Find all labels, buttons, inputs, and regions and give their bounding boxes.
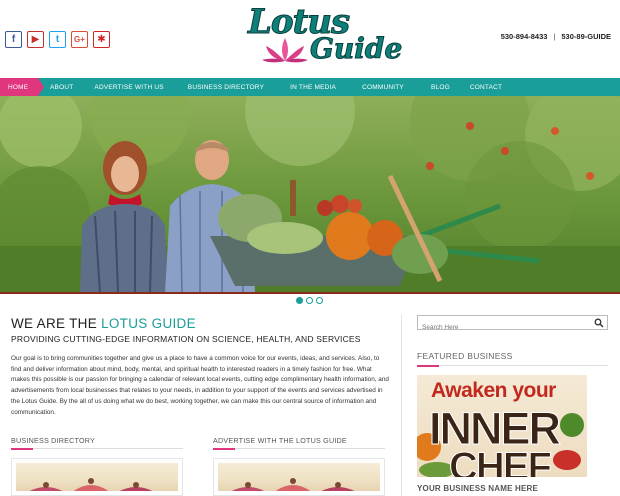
nav-item-in-the-media[interactable]: IN THE MEDIA bbox=[274, 78, 346, 96]
social-links: f ▶ t G+ ✱ bbox=[5, 31, 110, 48]
nav-item-community[interactable]: COMMUNITY bbox=[346, 78, 414, 96]
nav-item-blog[interactable]: BLOG bbox=[414, 78, 460, 96]
nav-item-advertise[interactable]: ADVERTISE WITH US bbox=[83, 78, 173, 96]
page-title-prefix: WE ARE THE bbox=[11, 316, 102, 331]
twitter-icon[interactable]: t bbox=[49, 31, 66, 48]
search-icon[interactable] bbox=[594, 318, 604, 328]
featured-image-line3: CHEF bbox=[449, 445, 553, 478]
intro-paragraph: Our goal is to bring communities togethe… bbox=[11, 355, 389, 416]
advertise-thumbnail[interactable] bbox=[213, 458, 385, 496]
site-logo[interactable]: Lotus Guide bbox=[246, 2, 402, 70]
featured-image-line1: Awaken your bbox=[431, 379, 556, 402]
yelp-icon[interactable]: ✱ bbox=[93, 31, 110, 48]
column-divider bbox=[401, 314, 402, 496]
section-heading-advertise[interactable]: ADVERTISE WITH THE LOTUS GUIDE bbox=[213, 436, 347, 445]
search-box bbox=[417, 315, 608, 334]
business-directory-thumbnail[interactable] bbox=[11, 458, 183, 496]
phone-numbers: 530-894-8433 | 530-89-GUIDE bbox=[501, 32, 611, 41]
nav-item-business-directory[interactable]: BUSINESS DIRECTORY bbox=[174, 78, 274, 96]
yoga-class-image bbox=[29, 478, 153, 491]
facebook-icon[interactable]: f bbox=[5, 31, 22, 48]
slider-dot-2[interactable] bbox=[306, 297, 313, 304]
featured-business-heading: FEATURED BUSINESS bbox=[417, 351, 513, 361]
phone-separator: | bbox=[553, 32, 556, 41]
slider-pagination bbox=[296, 297, 323, 304]
phone-numeric[interactable]: 530-894-8433 bbox=[501, 32, 548, 41]
nav-item-contact[interactable]: CONTACT bbox=[460, 78, 512, 96]
google-plus-icon[interactable]: G+ bbox=[71, 31, 88, 48]
nav-item-about[interactable]: ABOUT bbox=[40, 78, 83, 96]
youtube-icon[interactable]: ▶ bbox=[27, 31, 44, 48]
hero-slide-image bbox=[0, 96, 620, 293]
yoga-class-image bbox=[231, 478, 355, 491]
slider-dot-1[interactable] bbox=[296, 297, 303, 304]
section-rule bbox=[213, 447, 385, 450]
page-title-accent: LOTUS GUIDE bbox=[101, 316, 196, 331]
logo-word-guide: Guide bbox=[309, 32, 403, 66]
page-title: WE ARE THE LOTUS GUIDE bbox=[11, 316, 196, 331]
main-nav: HOME ABOUT ADVERTISE WITH US BUSINESS DI… bbox=[0, 78, 620, 96]
nav-item-home[interactable]: HOME bbox=[0, 78, 44, 96]
featured-business-image[interactable]: Awaken your INNER CHEF bbox=[417, 375, 587, 477]
hero-illustration bbox=[0, 96, 620, 293]
section-rule bbox=[417, 364, 608, 367]
hero-divider bbox=[0, 292, 620, 294]
featured-business-caption[interactable]: YOUR BUSINESS NAME HERE bbox=[417, 484, 538, 493]
page-subtitle: PROVIDING CUTTING-EDGE INFORMATION ON SC… bbox=[11, 334, 361, 344]
section-rule bbox=[11, 447, 183, 450]
site-header: f ▶ t G+ ✱ Lotus Guide 530-894-8433 | 53… bbox=[0, 0, 620, 78]
phone-vanity[interactable]: 530-89-GUIDE bbox=[561, 32, 611, 41]
section-heading-business-directory[interactable]: BUSINESS DIRECTORY bbox=[11, 436, 95, 445]
slider-dot-3[interactable] bbox=[316, 297, 323, 304]
search-input[interactable] bbox=[418, 321, 588, 334]
